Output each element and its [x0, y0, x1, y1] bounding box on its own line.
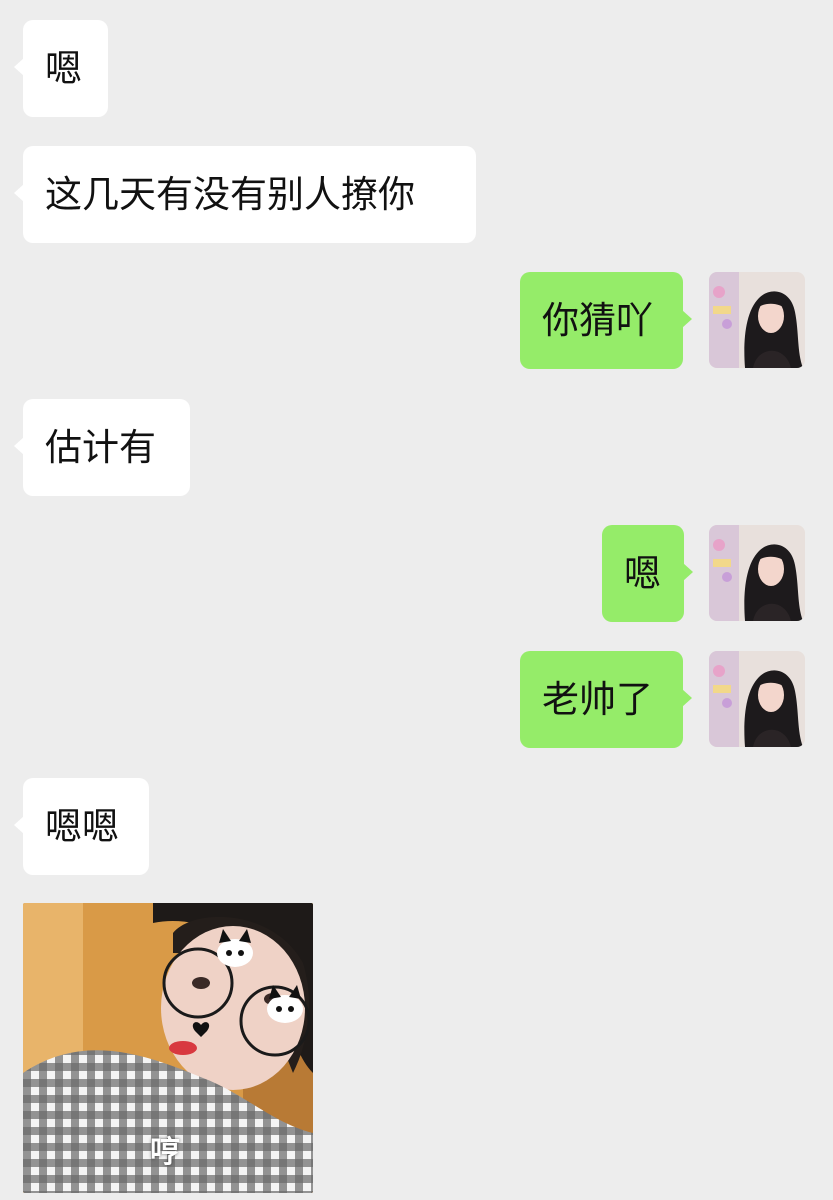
user-avatar-icon — [709, 525, 805, 621]
photo-caption: 哼 — [150, 1135, 180, 1170]
user-avatar-icon — [709, 272, 805, 368]
outgoing-message-bubble[interactable]: 嗯 — [602, 525, 693, 622]
message-text: 这几天有没有别人撩你 — [45, 173, 415, 216]
incoming-message-bubble[interactable]: 嗯嗯 — [14, 778, 149, 875]
message-text: 估计有 — [45, 426, 156, 469]
my-avatar[interactable] — [709, 525, 805, 621]
user-avatar-icon — [709, 651, 805, 747]
message-text: 嗯嗯 — [45, 805, 119, 848]
outgoing-message-bubble[interactable]: 你猜吖 — [520, 272, 692, 369]
bubble-tail — [14, 184, 24, 202]
bubble-tail — [14, 437, 24, 455]
bubble-tail — [682, 310, 692, 328]
incoming-message-bubble[interactable]: 估计有 — [14, 399, 190, 496]
bubble-tail — [14, 816, 24, 834]
outgoing-message-bubble[interactable]: 老帅了 — [520, 651, 692, 748]
bubble-tail — [683, 563, 693, 581]
message-text: 老帅了 — [542, 678, 653, 721]
my-avatar[interactable] — [709, 272, 805, 368]
my-avatar[interactable] — [709, 651, 805, 747]
incoming-message-bubble[interactable]: 嗯 — [14, 20, 108, 117]
message-text: 嗯 — [45, 47, 82, 90]
bubble-tail — [14, 58, 24, 76]
message-text: 嗯 — [624, 552, 661, 595]
message-text: 你猜吖 — [542, 299, 653, 342]
incoming-message-bubble[interactable]: 这几天有没有别人撩你 — [14, 146, 476, 243]
bubble-tail — [682, 689, 692, 707]
